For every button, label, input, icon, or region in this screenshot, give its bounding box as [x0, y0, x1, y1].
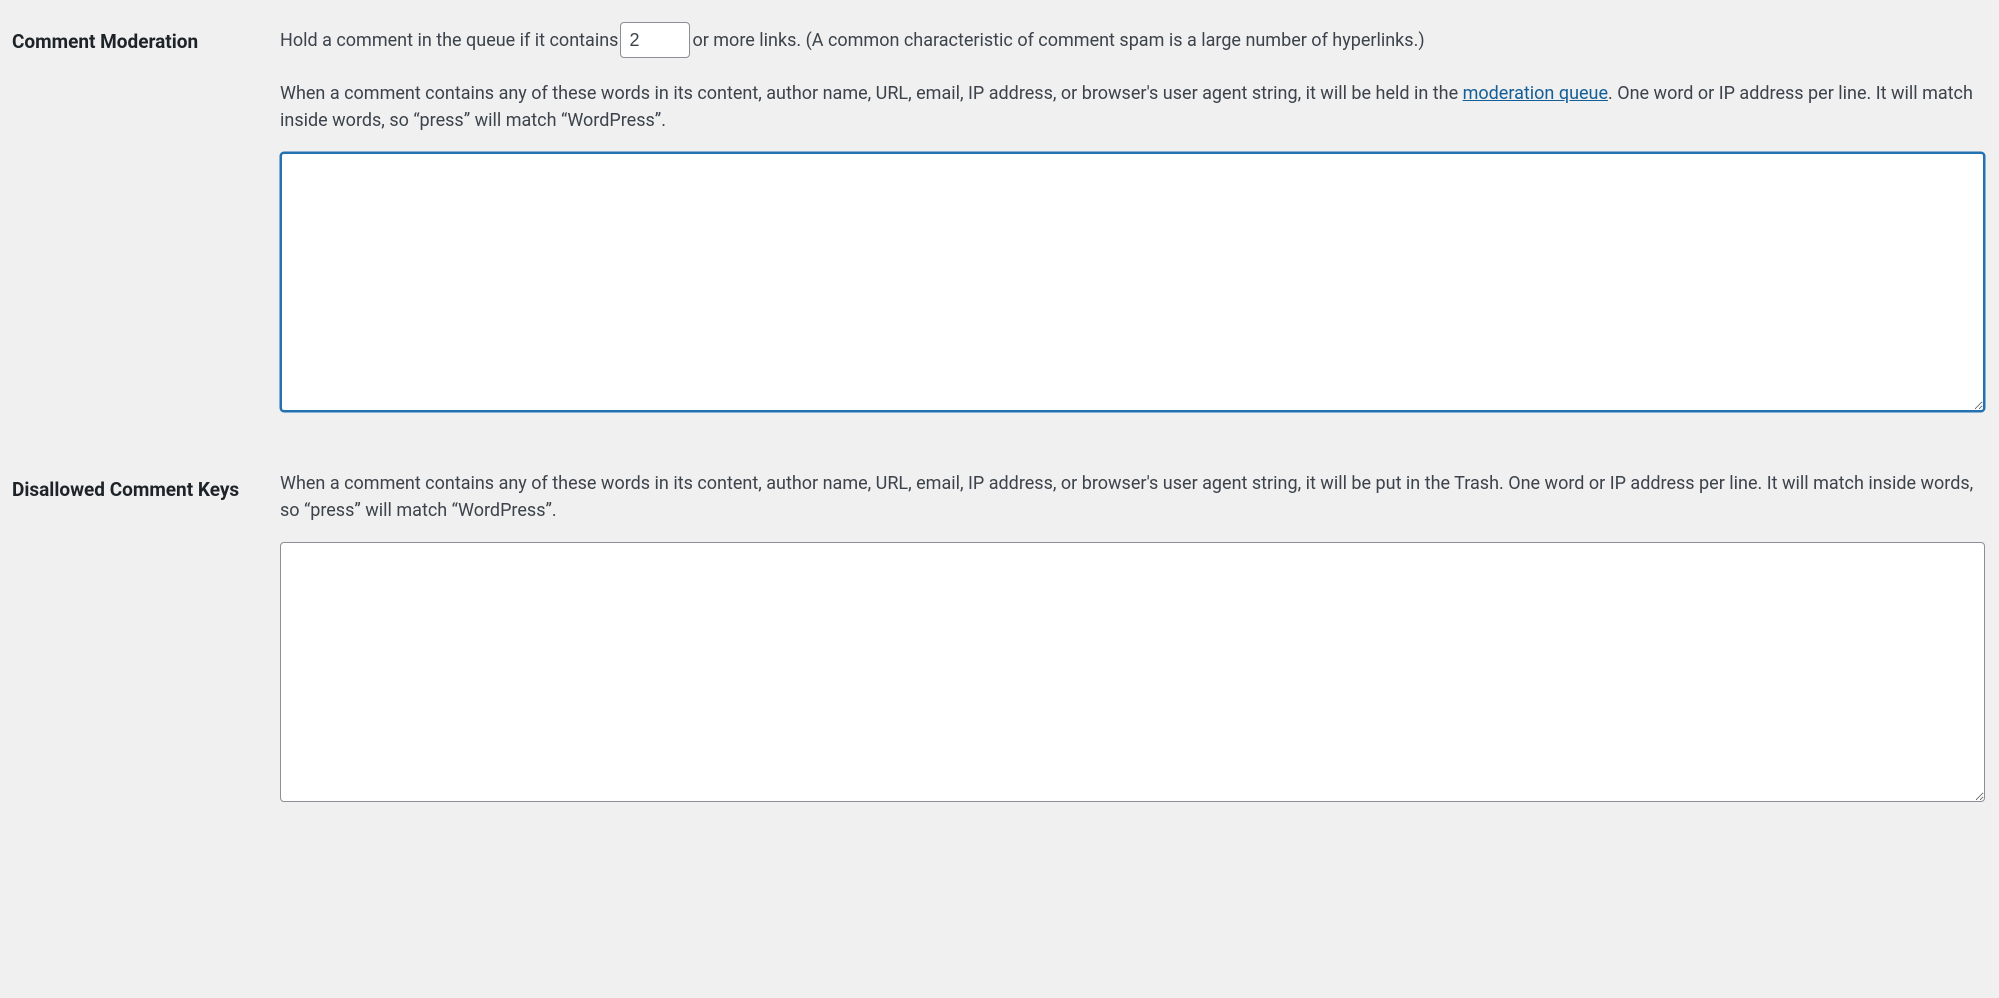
- moderation-keys-description: When a comment contains any of these wor…: [280, 80, 1985, 134]
- disallowed-keys-row: Disallowed Comment Keys When a comment c…: [0, 448, 1999, 838]
- comment-max-links-input[interactable]: [620, 22, 690, 58]
- disallowed-keys-heading: Disallowed Comment Keys: [0, 448, 270, 838]
- disallowed-keys-textarea[interactable]: [280, 542, 1985, 802]
- comment-moderation-row: Comment Moderation Hold a comment in the…: [0, 0, 1999, 448]
- comment-max-links-label-before: Hold a comment in the queue if it contai…: [280, 27, 618, 54]
- moderation-queue-link[interactable]: moderation queue: [1463, 83, 1608, 104]
- disallowed-keys-description: When a comment contains any of these wor…: [280, 470, 1985, 524]
- comment-moderation-heading: Comment Moderation: [0, 0, 270, 448]
- moderation-desc-before: When a comment contains any of these wor…: [280, 83, 1463, 104]
- moderation-keys-textarea[interactable]: [280, 152, 1985, 412]
- comment-max-links-label-after: or more links. (A common characteristic …: [692, 27, 1424, 54]
- comment-max-links-setting: Hold a comment in the queue if it contai…: [280, 22, 1985, 58]
